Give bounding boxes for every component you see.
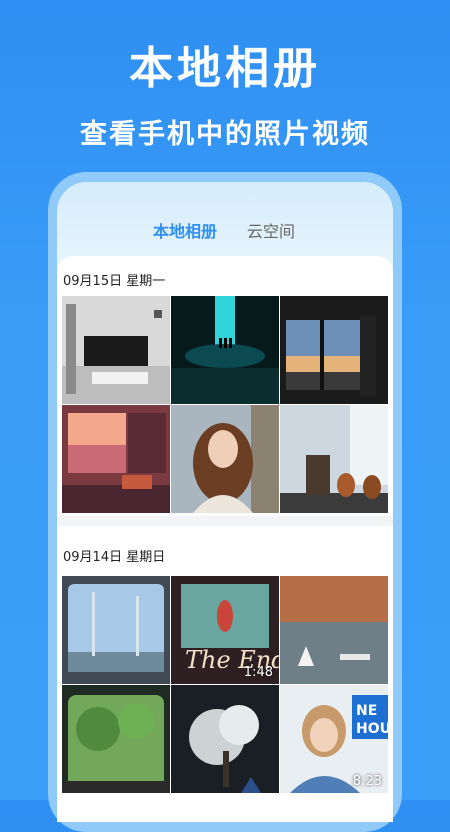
video-duration: 1:48 bbox=[243, 665, 273, 680]
svg-text:HOU: HOU bbox=[356, 721, 388, 737]
photo-thumbnail[interactable] bbox=[62, 296, 170, 404]
video-thumbnail[interactable]: The End 1:48 bbox=[171, 576, 279, 684]
svg-text:NE: NE bbox=[356, 703, 377, 719]
video-thumbnail[interactable]: NE HOU 8:23 bbox=[280, 685, 388, 793]
photo-thumbnail[interactable] bbox=[171, 685, 279, 793]
video-duration: 8:23 bbox=[352, 774, 382, 789]
album-tabs: 本地相册 云空间 bbox=[57, 218, 393, 283]
promo-subtitle: 查看手机中的照片视频 bbox=[80, 119, 370, 150]
phone-screen: 本地相册 云空间 09月15日 星期一 09月14日 星期日 The End 1… bbox=[57, 182, 393, 822]
gallery-content: 09月15日 星期一 09月14日 星期日 The End 1:48 NE HO… bbox=[57, 256, 393, 822]
photo-thumbnail[interactable] bbox=[62, 405, 170, 513]
photo-thumbnail[interactable] bbox=[280, 296, 388, 404]
tab-cloud-space[interactable]: 云空间 bbox=[247, 218, 295, 242]
photo-grid-sep14: The End 1:48 NE HOU 8:23 bbox=[62, 576, 388, 793]
photo-thumbnail[interactable] bbox=[171, 296, 279, 404]
photo-thumbnail[interactable] bbox=[62, 576, 170, 684]
group-separator bbox=[57, 516, 393, 526]
photo-thumbnail[interactable] bbox=[171, 405, 279, 513]
date-header-sep15: 09月15日 星期一 bbox=[63, 274, 166, 289]
tab-local-album[interactable]: 本地相册 bbox=[153, 218, 217, 242]
photo-thumbnail[interactable] bbox=[280, 405, 388, 513]
photo-thumbnail[interactable] bbox=[62, 685, 170, 793]
photo-grid-sep15 bbox=[62, 296, 388, 513]
promo-title: 本地相册 bbox=[129, 43, 321, 94]
photo-thumbnail[interactable] bbox=[280, 576, 388, 684]
date-header-sep14: 09月14日 星期日 bbox=[63, 550, 166, 565]
